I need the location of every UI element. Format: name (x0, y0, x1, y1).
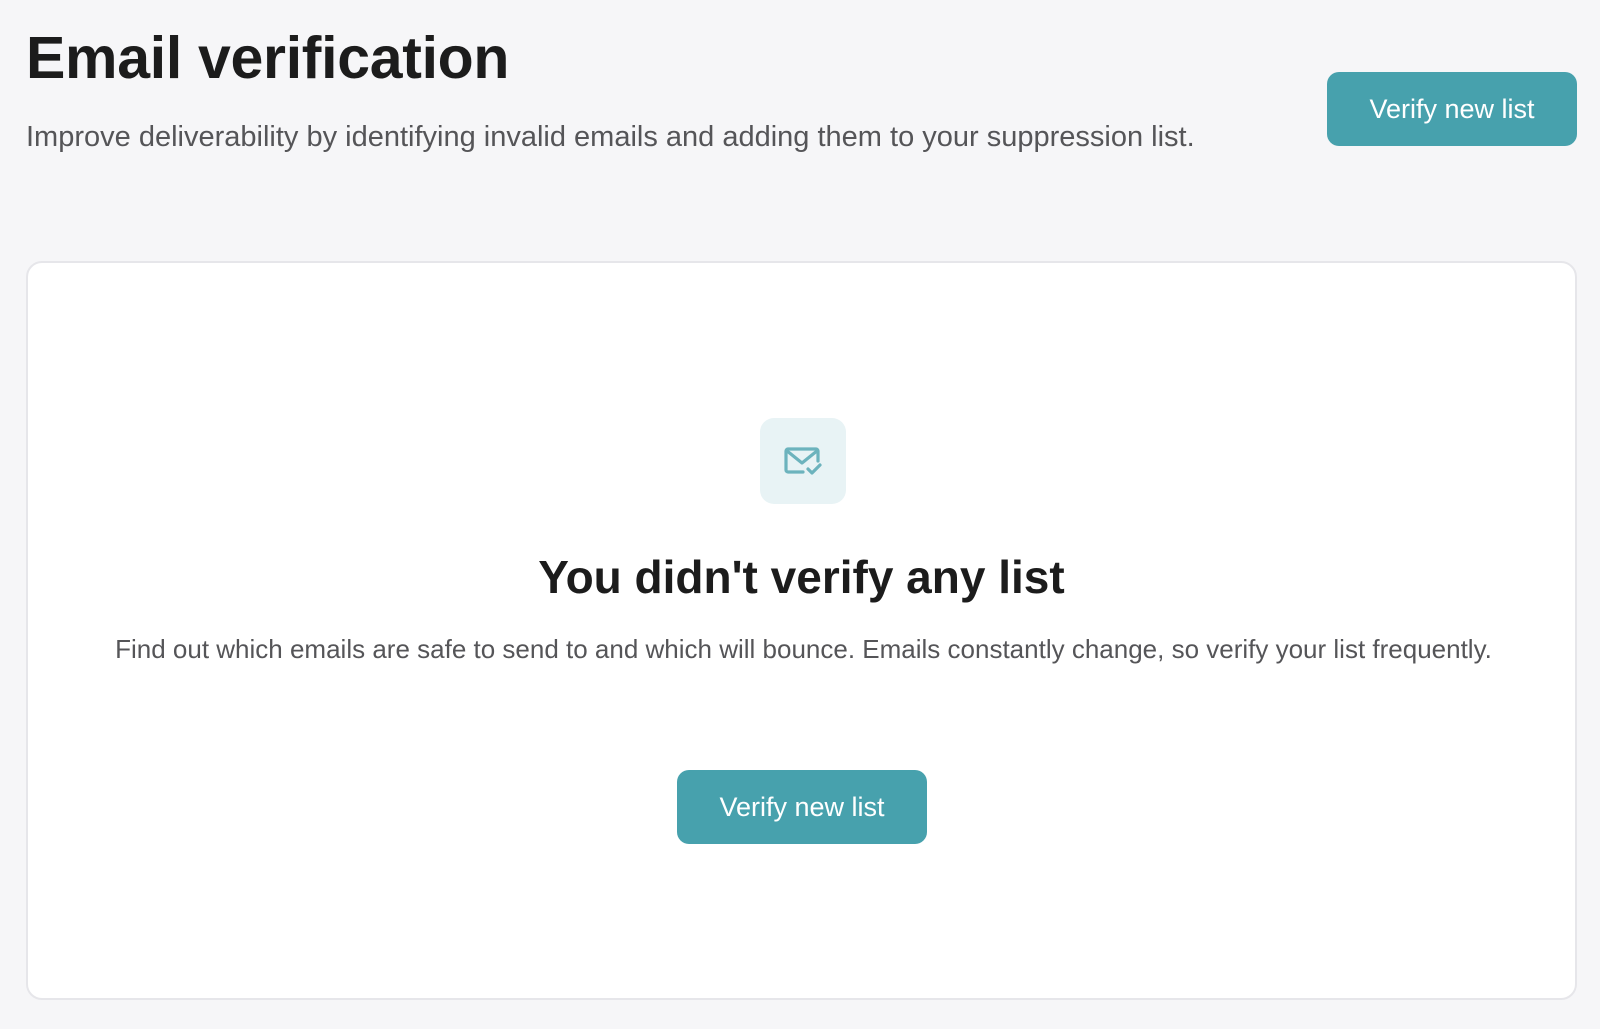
verify-new-list-button[interactable]: Verify new list (677, 770, 927, 844)
empty-state-title: You didn't verify any list (538, 551, 1065, 603)
email-verification-page: Email verification Improve deliverabilit… (0, 0, 1600, 1029)
page-header: Email verification Improve deliverabilit… (26, 22, 1256, 159)
empty-state-description: Find out which emails are safe to send t… (115, 634, 1492, 664)
empty-state-card: You didn't verify any list Find out whic… (26, 261, 1577, 1000)
empty-state-icon-box (760, 418, 846, 504)
verify-new-list-button-header[interactable]: Verify new list (1327, 72, 1577, 146)
mail-check-icon (784, 447, 822, 475)
page-title: Email verification (26, 25, 510, 91)
page-subtitle: Improve deliverability by identifying in… (26, 121, 1195, 153)
